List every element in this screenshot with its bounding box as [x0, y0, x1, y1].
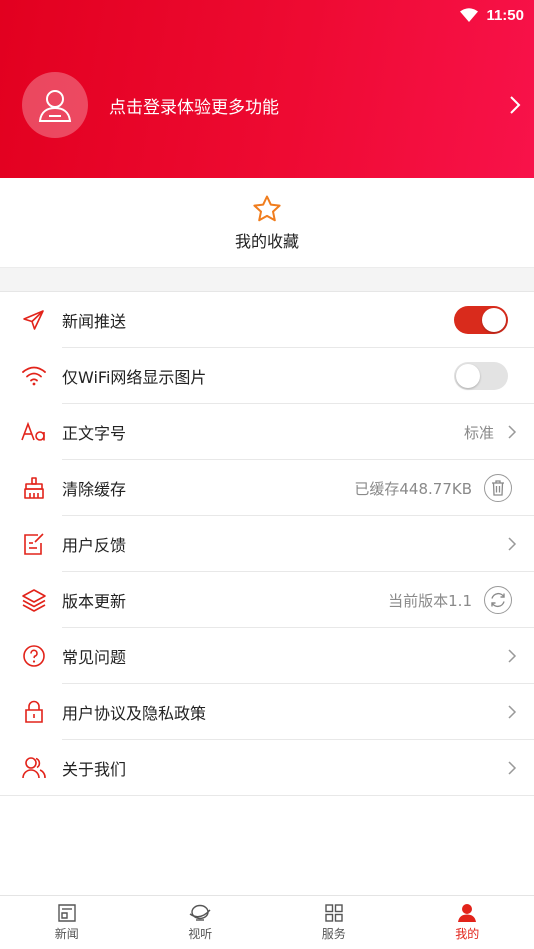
send-icon — [23, 310, 44, 330]
tab-label: 视听 — [188, 927, 213, 941]
clock: 11:50 — [486, 6, 524, 24]
broom-icon — [24, 477, 44, 499]
setting-faq[interactable]: 常见问题 — [0, 628, 534, 684]
tab-media[interactable]: 视听 — [134, 896, 268, 949]
setting-label: 用户协议及隐私政策 — [62, 704, 207, 723]
grid-icon — [325, 904, 343, 922]
status-bar: 11:50 — [460, 4, 524, 26]
clear-cache-button[interactable] — [484, 474, 512, 502]
tab-mine[interactable]: 我的 — [401, 896, 534, 949]
setting-label: 用户反馈 — [62, 536, 127, 555]
version-value: 当前版本1.1 — [388, 591, 472, 610]
users-icon — [22, 757, 46, 779]
chevron-right-icon — [510, 96, 521, 114]
tab-label: 新闻 — [54, 927, 79, 941]
layers-icon — [22, 589, 46, 612]
chevron-right-icon — [508, 761, 517, 775]
check-update-button[interactable] — [484, 586, 512, 614]
tab-news[interactable]: 新闻 — [0, 896, 134, 949]
trash-icon — [492, 480, 504, 496]
login-entry[interactable]: 点击登录体验更多功能 — [22, 72, 522, 138]
setting-feedback[interactable]: 用户反馈 — [0, 516, 534, 572]
wifi-images-toggle[interactable] — [454, 362, 508, 390]
setting-version-update[interactable]: 版本更新 当前版本1.1 — [0, 572, 534, 628]
setting-label: 清除缓存 — [62, 480, 127, 499]
setting-clear-cache[interactable]: 清除缓存 已缓存448.77KB — [0, 460, 534, 516]
section-divider — [0, 267, 534, 292]
chevron-right-icon — [508, 649, 517, 663]
avatar[interactable] — [22, 72, 88, 138]
setting-news-push[interactable]: 新闻推送 — [0, 292, 534, 348]
wifi-signal-icon — [460, 8, 479, 22]
wifi-icon — [22, 366, 46, 386]
tab-label: 我的 — [455, 927, 480, 941]
feedback-edit-icon — [24, 533, 44, 555]
setting-label: 关于我们 — [62, 760, 127, 779]
news-icon — [58, 904, 76, 922]
bottom-tab-bar: 新闻 视听 服务 我的 — [0, 895, 534, 949]
font-size-value: 标准 — [463, 423, 494, 442]
chevron-right-icon — [508, 425, 517, 439]
question-icon — [23, 645, 45, 667]
user-avatar-icon — [38, 90, 72, 122]
login-prompt[interactable]: 点击登录体验更多功能 — [109, 93, 508, 118]
refresh-icon — [491, 592, 505, 608]
favorites-button[interactable]: 我的收藏 — [0, 178, 534, 267]
setting-label: 常见问题 — [62, 648, 127, 667]
setting-label: 版本更新 — [62, 592, 127, 611]
settings-list: 新闻推送 仅WiFi网络显示图片 正文字号 标准 清除缓存 已缓存448.77K… — [0, 292, 534, 796]
setting-font-size[interactable]: 正文字号 标准 — [0, 404, 534, 460]
setting-about[interactable]: 关于我们 — [0, 740, 534, 796]
font-size-icon — [21, 421, 45, 441]
setting-label: 仅WiFi网络显示图片 — [62, 368, 207, 387]
media-icon — [189, 904, 211, 921]
cache-size-value: 已缓存448.77KB — [354, 479, 472, 498]
favorites-label: 我的收藏 — [234, 231, 299, 251]
tab-label: 服务 — [321, 927, 346, 941]
lock-icon — [25, 700, 43, 723]
chevron-right-icon — [508, 705, 517, 719]
setting-label: 正文字号 — [62, 424, 127, 443]
news-push-toggle[interactable] — [454, 306, 508, 334]
chevron-right-icon — [508, 537, 517, 551]
setting-privacy[interactable]: 用户协议及隐私政策 — [0, 684, 534, 740]
profile-header: 11:50 点击登录体验更多功能 — [0, 0, 534, 178]
user-icon — [458, 904, 477, 922]
setting-label: 新闻推送 — [62, 312, 127, 331]
tab-services[interactable]: 服务 — [267, 896, 401, 949]
setting-wifi-images[interactable]: 仅WiFi网络显示图片 — [0, 348, 534, 404]
star-icon — [253, 195, 281, 221]
